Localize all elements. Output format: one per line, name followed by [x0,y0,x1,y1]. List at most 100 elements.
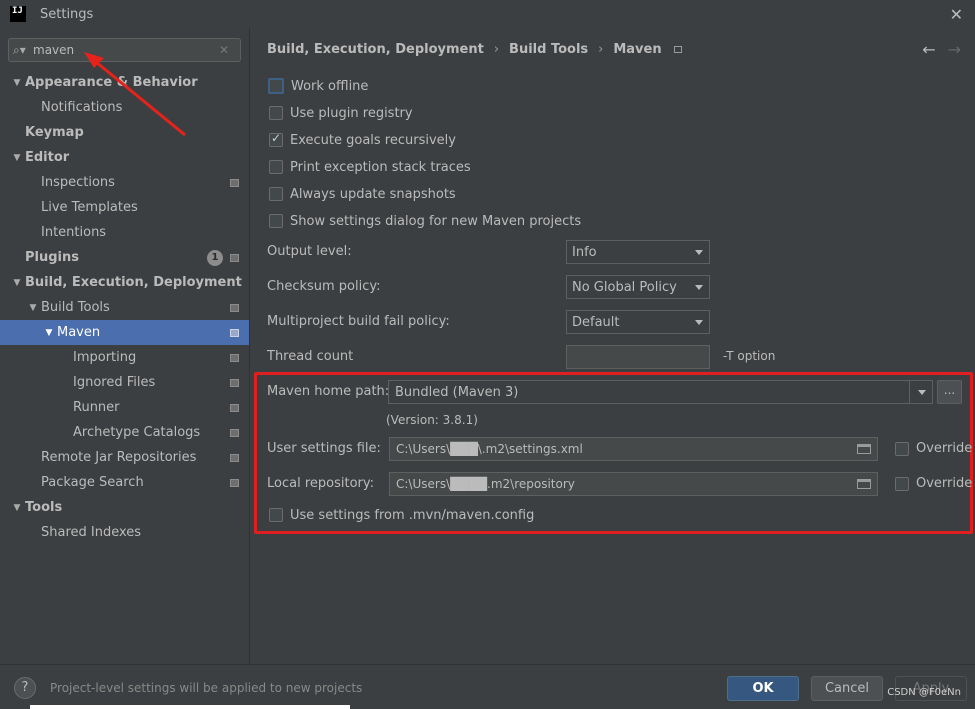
checkbox-always-update-snapshots[interactable]: Always update snapshots [269,184,456,204]
project-scope-icon [230,353,239,362]
tree-item-keymap[interactable]: Keymap [0,120,249,145]
expand-arrow-icon[interactable]: ▼ [10,278,24,288]
checkbox-work-offline[interactable]: Work offline [268,76,368,96]
override-label: Override [916,476,973,491]
tree-item-tools[interactable]: ▼ Tools [0,495,249,520]
tree-item-label: Notifications [41,100,123,115]
tree-item-build-tools[interactable]: ▼ Build Tools [0,295,249,320]
checkbox-use-mvn-config[interactable]: Use settings from .mvn/maven.config [269,505,534,525]
output-level-dropdown[interactable]: Info [566,240,710,264]
settings-search-box[interactable]: ⌕▾ ✕ [8,38,241,62]
title-bar: IJ Settings ✕ [0,0,975,28]
tree-item-appearance-behavior[interactable]: ▼ Appearance & Behavior [0,70,249,95]
checkbox[interactable] [269,106,283,120]
project-scope-icon [230,453,239,462]
thread-count-input[interactable] [566,345,710,369]
checkbox[interactable] [269,131,283,147]
ok-button[interactable]: OK [727,676,799,701]
checkbox-use-plugin-registry[interactable]: Use plugin registry [269,103,413,123]
checkbox[interactable] [268,78,284,94]
tree-item-intentions[interactable]: Intentions [0,220,249,245]
checkbox[interactable] [269,214,283,228]
back-arrow-icon[interactable]: ← [922,40,935,59]
tree-item-shared-indexes[interactable]: Shared Indexes [0,520,249,545]
breadcrumb-separator: › [598,42,604,57]
browse-maven-home-button[interactable]: ... [937,380,962,404]
tree-item-label: Runner [73,400,120,415]
dropdown-value: Default [572,314,620,330]
folder-icon[interactable] [857,444,871,454]
settings-sidebar: ⌕▾ ✕ ▼Appearance & Behavior Notifications… [0,28,250,664]
help-button[interactable]: ? [14,677,36,699]
cancel-button[interactable]: Cancel [811,676,883,701]
thread-count-suffix: -T option [723,349,776,363]
checkbox[interactable] [269,508,283,522]
override-local-repository[interactable]: Override [895,476,972,491]
search-input[interactable] [33,43,213,57]
thread-count-label: Thread count [267,349,354,364]
multiproject-policy-dropdown[interactable]: Default [566,310,710,334]
tree-item-importing[interactable]: Importing [0,345,249,370]
tree-item-label: Editor [25,150,70,165]
checkbox[interactable] [895,476,909,491]
tree-item-label: Plugins [25,250,79,265]
expand-arrow-icon[interactable]: ▼ [26,303,40,313]
tree-item-live-templates[interactable]: Live Templates [0,195,249,220]
search-icon: ⌕▾ [13,42,26,57]
clear-search-icon[interactable]: ✕ [219,43,229,57]
tree-item-label: Remote Jar Repositories [41,450,197,465]
forward-arrow-icon[interactable]: → [948,40,961,59]
tree-item-maven[interactable]: ▼ Maven [0,320,249,345]
tree-item-label: Inspections [41,175,115,190]
project-scope-icon [230,403,239,412]
breadcrumb-item[interactable]: Build Tools [509,42,588,57]
tree-item-build-execution-deployment[interactable]: ▼ Build, Execution, Deployment [0,270,249,295]
checkbox[interactable] [895,441,909,456]
breadcrumb-separator: › [493,42,500,57]
checkbox-show-settings-dialog[interactable]: Show settings dialog for new Maven proje… [269,211,581,231]
tree-item-remote-jar-repositories[interactable]: Remote Jar Repositories [0,445,249,470]
tree-item-runner[interactable]: Runner [0,395,249,420]
maven-home-combobox[interactable]: Bundled (Maven 3) [388,380,933,404]
tree-item-label: Maven [57,325,101,340]
user-settings-label: User settings file: [267,441,381,456]
breadcrumb-item[interactable]: Build, Execution, Deployment [267,42,484,57]
checkbox[interactable] [269,187,283,201]
checkbox-label: Execute goals recursively [290,132,456,148]
checkbox-execute-goals-recursively[interactable]: Execute goals recursively [269,130,456,150]
maven-home-value: Bundled (Maven 3) [395,384,519,400]
tree-item-label: Build Tools [41,300,110,315]
folder-icon[interactable] [857,479,871,489]
tree-item-ignored-files[interactable]: Ignored Files [0,370,249,395]
checkbox[interactable] [269,160,283,174]
dropdown-value: No Global Policy [572,279,677,295]
settings-tree: ▼ Appearance & Behavior Notifications Keyma… [0,70,249,545]
local-repository-label: Local repository: [267,476,374,491]
window-title: Settings [40,6,94,22]
footer-note: Project-level settings will be applied t… [50,681,363,695]
local-repository-field[interactable]: C:\Users\████.m2\repository [389,472,878,496]
tree-item-editor[interactable]: ▼ Editor [0,145,249,170]
project-scope-icon [230,478,239,487]
checkbox-print-exception-stack-traces[interactable]: Print exception stack traces [269,157,471,177]
checkbox-label: Always update snapshots [290,186,456,202]
override-user-settings[interactable]: Override [895,441,972,456]
project-scope-icon [230,328,239,337]
tree-item-label: Tools [25,500,63,515]
tree-item-archetype-catalogs[interactable]: Archetype Catalogs [0,420,249,445]
checksum-policy-dropdown[interactable]: No Global Policy [566,275,710,299]
intellij-logo-icon: IJ [10,6,26,22]
tree-item-inspections[interactable]: Inspections [0,170,249,195]
update-count-badge: 1 [207,249,223,266]
close-icon[interactable]: ✕ [950,5,963,24]
watermark: CSDN @F0eNn [887,687,961,698]
tree-item-package-search[interactable]: Package Search [0,470,249,495]
tree-item-plugins[interactable]: Plugins 1 [0,245,249,270]
expand-arrow-icon[interactable]: ▼ [10,153,24,163]
expand-arrow-icon[interactable]: ▼ [42,328,56,338]
project-scope-icon [230,428,239,437]
user-settings-field[interactable]: C:\Users\███\.m2\settings.xml [389,437,878,461]
tree-item-notifications[interactable]: Notifications [0,95,249,120]
expand-arrow-icon[interactable]: ▼ [10,503,24,513]
expand-arrow-icon[interactable]: ▼ [10,78,24,88]
